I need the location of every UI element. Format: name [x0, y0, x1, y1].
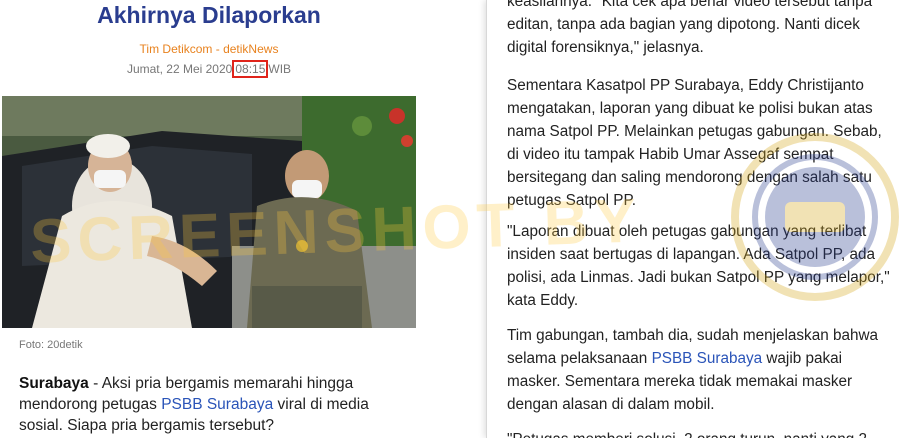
article-byline[interactable]: Tim Detikcom - detikNews	[0, 42, 418, 56]
paragraph-5: "Petugas memberi solusi, 2 orang turun, …	[507, 428, 892, 438]
lede-link-psbb-surabaya[interactable]: PSBB Surabaya	[161, 396, 273, 413]
paragraph-2: Sementara Kasatpol PP Surabaya, Eddy Chr…	[507, 77, 882, 209]
panel-gap	[418, 0, 486, 438]
article-dateline: Jumat, 22 Mei 2020 08:15 WIB	[0, 60, 418, 78]
photo-illustration	[2, 96, 416, 328]
article-photo[interactable]	[2, 96, 416, 328]
article-panel-right: keasliannya. "Kita cek apa benar video t…	[486, 0, 903, 438]
article-headline: Akhirnya Dilaporkan	[97, 2, 321, 28]
article-lede: Surabaya - Aksi pria bergamis memarahi h…	[19, 373, 404, 436]
article-date: Jumat, 22 Mei 2020	[126, 62, 233, 76]
p4-link-psbb-surabaya[interactable]: PSBB Surabaya	[652, 350, 763, 367]
lede-location: Surabaya	[19, 375, 89, 392]
paragraph-3: "Laporan dibuat oleh petugas gabungan ya…	[507, 223, 890, 309]
paragraph-1: keasliannya. "Kita cek apa benar video t…	[507, 0, 873, 56]
article-time-highlight: 08:15	[232, 60, 269, 78]
article-timezone: WIB	[268, 62, 292, 76]
paragraph-4: Tim gabungan, tambah dia, sudah menjelas…	[507, 324, 892, 416]
article-panel-left: Akhirnya Dilaporkan Tim Detikcom - detik…	[0, 0, 419, 438]
photo-caption: Foto: 20detik	[19, 339, 83, 351]
